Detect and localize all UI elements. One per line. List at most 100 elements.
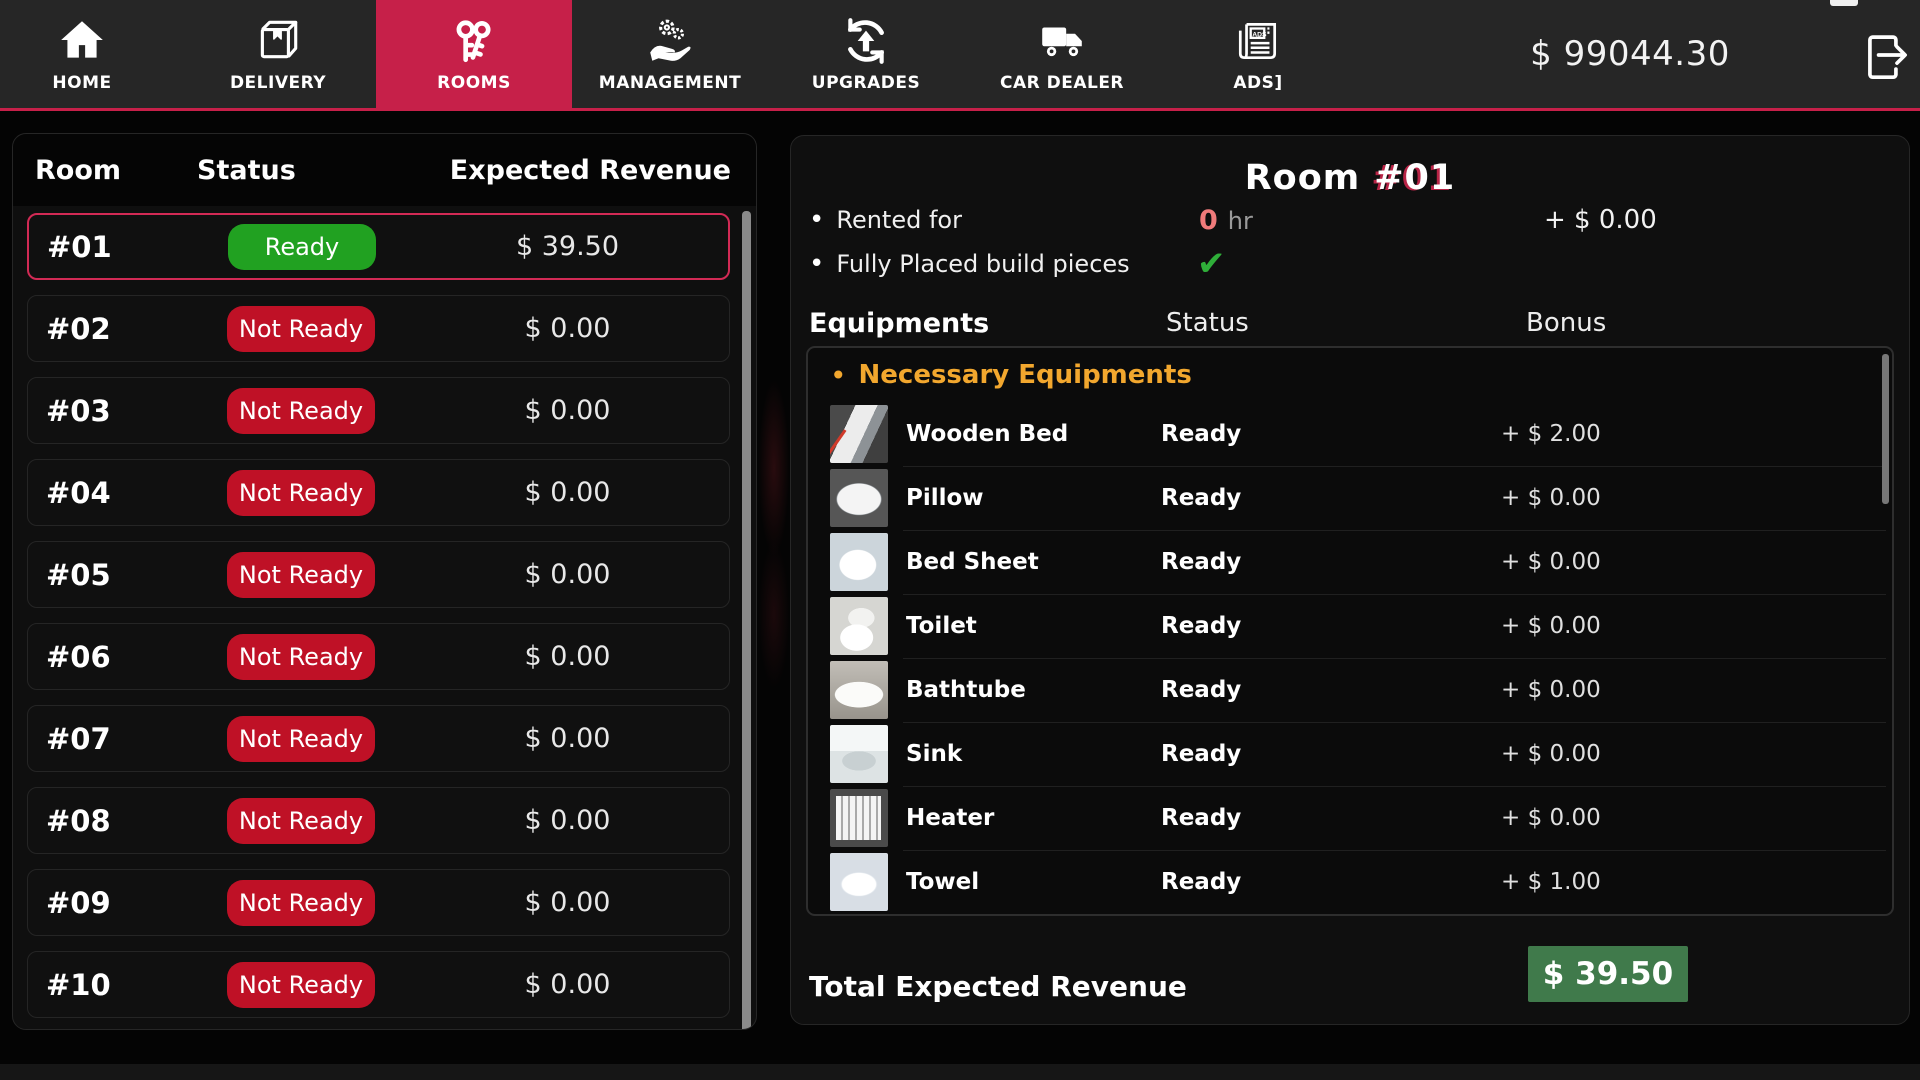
room-row[interactable]: #07 Not Ready $ 0.00: [27, 705, 730, 772]
necessary-equipments-title: Necessary Equipments: [858, 360, 1192, 390]
equipment-row: Pillow Ready + $ 0.00: [808, 466, 1892, 530]
equipment-name: Toilet: [906, 613, 977, 639]
nav-item-label: DELIVERY: [229, 73, 327, 93]
room-number: #06: [46, 639, 111, 674]
nav-item-label: UPGRADES: [811, 73, 921, 93]
equipment-status: Ready: [1161, 869, 1242, 895]
room-detail-panel: Room #01 • Rented for 0 hr + $ 0.00 • Ful…: [790, 135, 1910, 1025]
svg-text:ADS: ADS: [1252, 31, 1267, 38]
bottom-edge-strip: [0, 1064, 1920, 1080]
equipment-name: Heater: [906, 805, 995, 831]
rented-bonus-value: + $ 0.00: [1544, 205, 1657, 235]
nav-item-rooms[interactable]: ROOMS: [376, 0, 572, 108]
title-room-number: #01: [1374, 158, 1456, 198]
equipment-name: Bathtube: [906, 677, 1026, 703]
exit-door-icon: [1858, 29, 1910, 81]
nav-item-car-dealer[interactable]: CAR DEALER: [964, 0, 1160, 108]
equipment-status: Ready: [1161, 805, 1242, 831]
pillow-icon: [830, 469, 888, 527]
room-row[interactable]: #01 Ready $ 39.50: [27, 213, 730, 280]
equipment-bonus: + $ 0.00: [1501, 805, 1601, 831]
equipment-row: Toilet Ready + $ 0.00: [808, 594, 1892, 658]
room-row[interactable]: #04 Not Ready $ 0.00: [27, 459, 730, 526]
equipment-bonus: + $ 0.00: [1501, 677, 1601, 703]
equipment-status: Ready: [1161, 421, 1242, 447]
equipment-row: Towel Ready + $ 1.00: [808, 850, 1892, 914]
status-header: Status: [1166, 308, 1249, 338]
nav-item-delivery[interactable]: DELIVERY: [180, 0, 376, 108]
room-row[interactable]: #10 Not Ready $ 0.00: [27, 951, 730, 1018]
expected-revenue-value: $ 0.00: [524, 887, 611, 918]
status-badge: Not Ready: [227, 715, 375, 762]
room-number: #01: [47, 229, 112, 264]
expected-revenue-value: $ 0.00: [524, 559, 611, 590]
equipment-status: Ready: [1161, 613, 1242, 639]
nav-item-ads[interactable]: ADS ADS]: [1160, 0, 1356, 108]
equipment-header-row: Equipments Status Bonus: [809, 308, 1891, 342]
room-number: #04: [46, 475, 111, 510]
equipment-row: Wooden Bed Ready + $ 2.00: [808, 402, 1892, 466]
room-row[interactable]: #02 Not Ready $ 0.00: [27, 295, 730, 362]
fully-placed-label: Fully Placed build pieces: [836, 250, 1130, 278]
nav-item-label: CAR DEALER: [999, 73, 1125, 93]
room-list-header: Room Status Expected Revenue: [13, 134, 756, 206]
room-rows: #01 Ready $ 39.50 #02 Not Ready $ 0.00 #…: [13, 206, 756, 1018]
bed-sheet-icon: [830, 533, 888, 591]
nav-item-management[interactable]: MANAGEMENT: [572, 0, 768, 108]
equipment-row: Heater Ready + $ 0.00: [808, 786, 1892, 850]
expected-revenue-value: $ 0.00: [524, 723, 611, 754]
exit-button[interactable]: [1853, 22, 1915, 88]
home-icon: [56, 15, 108, 67]
room-number: #08: [46, 803, 111, 838]
status-badge: Not Ready: [227, 305, 375, 352]
room-list-scrollbar[interactable]: [742, 211, 751, 1029]
top-navbar: HOME DELIVERY ROOMS MANAGEMENT UPGRADES …: [0, 0, 1920, 111]
upgrade-cycle-icon: [840, 15, 892, 67]
nav-item-upgrades[interactable]: UPGRADES: [768, 0, 964, 108]
bathtube-icon: [830, 661, 888, 719]
balance-display: $ 99044.30: [1530, 34, 1730, 74]
rented-hours-value: 0: [1199, 204, 1218, 236]
equipment-name: Sink: [906, 741, 963, 767]
equipment-row: Bathtube Ready + $ 0.00: [808, 658, 1892, 722]
bonus-header: Bonus: [1526, 308, 1607, 338]
room-row[interactable]: #09 Not Ready $ 0.00: [27, 869, 730, 936]
expected-revenue-value: $ 0.00: [524, 313, 611, 344]
total-expected-revenue-label: Total Expected Revenue: [809, 970, 1187, 1003]
equipment-name: Bed Sheet: [906, 549, 1039, 575]
towel-icon: [830, 853, 888, 911]
room-number: #02: [46, 311, 111, 346]
equipment-list-scrollbar[interactable]: [1882, 354, 1889, 504]
room-row[interactable]: #08 Not Ready $ 0.00: [27, 787, 730, 854]
equipment-bonus: + $ 1.00: [1501, 869, 1601, 895]
room-detail-title: Room #01: [791, 158, 1909, 198]
status-badge: Not Ready: [227, 387, 375, 434]
room-row[interactable]: #05 Not Ready $ 0.00: [27, 541, 730, 608]
room-number: #07: [46, 721, 111, 756]
equipment-status: Ready: [1161, 741, 1242, 767]
total-revenue-box: $ 39.50: [1528, 946, 1688, 1002]
equipment-bonus: + $ 0.00: [1501, 485, 1601, 511]
column-header-revenue: Expected Revenue: [449, 154, 731, 186]
expected-revenue-value: $ 0.00: [524, 477, 611, 508]
room-row[interactable]: #03 Not Ready $ 0.00: [27, 377, 730, 444]
toilet-icon: [830, 597, 888, 655]
room-number: #05: [46, 557, 111, 592]
title-room-word: Room: [1244, 158, 1361, 198]
room-row[interactable]: #06 Not Ready $ 0.00: [27, 623, 730, 690]
hand-gear-icon: [644, 15, 696, 67]
room-number: #03: [46, 393, 111, 428]
equipment-name: Pillow: [906, 485, 984, 511]
nav-item-home[interactable]: HOME: [0, 0, 180, 108]
status-badge: Not Ready: [227, 469, 375, 516]
room-list-panel: Room Status Expected Revenue #01 Ready $…: [12, 133, 757, 1030]
nav-item-label: ADS]: [1233, 73, 1283, 93]
rented-for-row: • Rented for 0 hr + $ 0.00: [809, 204, 1891, 236]
nav-item-label: MANAGEMENT: [598, 73, 742, 93]
orange-bullet-icon: •: [830, 358, 847, 392]
package-icon: [252, 15, 304, 67]
status-badge: Not Ready: [227, 961, 375, 1008]
equipment-rows: Wooden Bed Ready + $ 2.00 Pillow Ready +…: [808, 402, 1892, 914]
room-number: #10: [46, 967, 111, 1002]
keys-icon: [448, 15, 500, 67]
